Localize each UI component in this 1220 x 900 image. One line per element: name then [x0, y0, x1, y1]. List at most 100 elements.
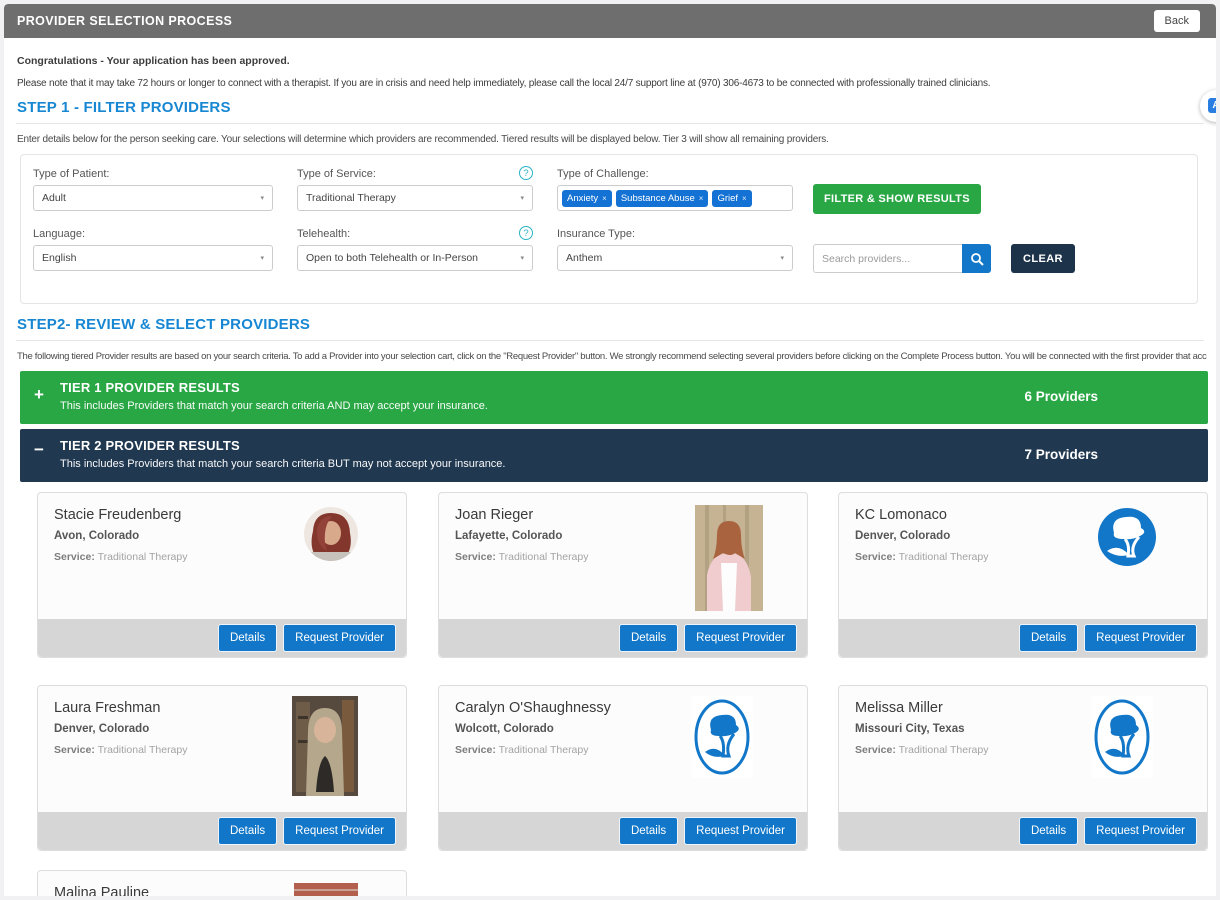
type-of-service-select[interactable]: Traditional Therapy ▾ — [297, 185, 533, 211]
type-of-patient-select[interactable]: Adult ▾ — [33, 185, 273, 211]
details-button[interactable]: Details — [1019, 817, 1078, 845]
portrait-image — [292, 696, 358, 796]
type-of-service-value: Traditional Therapy — [306, 192, 396, 204]
provider-name: Joan Rieger — [455, 507, 533, 523]
details-button[interactable]: Details — [218, 817, 277, 845]
chevron-down-icon: ▾ — [520, 194, 524, 202]
details-button[interactable]: Details — [1019, 624, 1078, 652]
tier1-subtitle: This includes Providers that match your … — [60, 400, 488, 412]
details-button[interactable]: Details — [619, 817, 678, 845]
provider-photo — [294, 883, 358, 896]
type-of-patient-label: Type of Patient: — [33, 168, 109, 180]
clear-button[interactable]: CLEAR — [1011, 244, 1075, 273]
request-provider-button[interactable]: Request Provider — [283, 817, 396, 845]
provider-photo — [691, 696, 753, 778]
challenge-tag: Substance Abuse × — [616, 190, 709, 207]
service-value: Traditional Therapy — [899, 551, 989, 563]
language-value: English — [42, 252, 76, 264]
search-input[interactable] — [813, 244, 963, 273]
provider-service: Service: Traditional Therapy — [855, 744, 989, 756]
filter-show-results-button[interactable]: FILTER & SHOW RESULTS — [813, 184, 981, 214]
request-provider-button[interactable]: Request Provider — [1084, 817, 1197, 845]
telehealth-select[interactable]: Open to both Telehealth or In-Person ▾ — [297, 245, 533, 271]
request-provider-button[interactable]: Request Provider — [283, 624, 396, 652]
back-button[interactable]: Back — [1154, 10, 1200, 32]
service-label: Service: — [54, 744, 95, 756]
provider-card: KC Lomonaco Denver, Colorado Service: Tr… — [838, 492, 1208, 658]
provider-location: Denver, Colorado — [54, 723, 149, 735]
service-value: Traditional Therapy — [499, 551, 589, 563]
service-help-icon[interactable]: ? — [519, 166, 533, 180]
tree-logo-circle — [1095, 505, 1159, 569]
provider-name: KC Lomonaco — [855, 507, 947, 523]
insurance-type-label: Insurance Type: — [557, 228, 635, 240]
service-label: Service: — [455, 744, 496, 756]
step1-description: Enter details below for the person seeki… — [17, 134, 829, 145]
service-value: Traditional Therapy — [98, 744, 188, 756]
provider-photo — [695, 505, 763, 611]
chevron-down-icon: ▾ — [520, 254, 524, 262]
expand-icon[interactable]: + — [34, 386, 44, 403]
details-button[interactable]: Details — [218, 624, 277, 652]
provider-location: Missouri City, Texas — [855, 723, 965, 735]
provider-name: Caralyn O'Shaughnessy — [455, 700, 611, 716]
provider-service: Service: Traditional Therapy — [54, 744, 188, 756]
collapse-icon[interactable]: − — [34, 441, 44, 458]
service-value: Traditional Therapy — [899, 744, 989, 756]
provider-service: Service: Traditional Therapy — [54, 551, 188, 563]
tag-remove-icon[interactable]: × — [699, 194, 704, 203]
provider-photo — [1091, 696, 1153, 778]
tree-logo-oval — [691, 696, 753, 778]
provider-card: Laura Freshman Denver, Colorado Service:… — [37, 685, 407, 851]
search-button[interactable] — [962, 244, 991, 273]
provider-name: Melissa Miller — [855, 700, 943, 716]
service-label: Service: — [455, 551, 496, 563]
language-select[interactable]: English ▾ — [33, 245, 273, 271]
tier2-header[interactable]: − TIER 2 PROVIDER RESULTS This includes … — [20, 429, 1208, 482]
headshot-image — [304, 507, 358, 561]
telehealth-help-icon[interactable]: ? — [519, 226, 533, 240]
service-value: Traditional Therapy — [499, 744, 589, 756]
tier2-subtitle: This includes Providers that match your … — [60, 458, 505, 470]
request-provider-button[interactable]: Request Provider — [684, 817, 797, 845]
provider-name: Stacie Freudenberg — [54, 507, 181, 523]
type-of-patient-value: Adult — [42, 192, 66, 204]
type-of-service-label: Type of Service: — [297, 168, 376, 180]
step2-description: The following tiered Provider results ar… — [17, 351, 1207, 362]
search-icon — [970, 252, 984, 266]
divider — [16, 123, 1204, 124]
card-footer: Details Request Provider — [439, 812, 807, 850]
page-title: PROVIDER SELECTION PROCESS — [17, 14, 232, 28]
provider-photo — [1095, 505, 1159, 569]
translate-icon: A — [1208, 98, 1216, 113]
tag-remove-icon[interactable]: × — [742, 194, 747, 203]
insurance-type-select[interactable]: Anthem ▾ — [557, 245, 793, 271]
service-label: Service: — [855, 744, 896, 756]
language-label: Language: — [33, 228, 85, 240]
provider-card: Melissa Miller Missouri City, Texas Serv… — [838, 685, 1208, 851]
provider-service: Service: Traditional Therapy — [455, 744, 589, 756]
request-provider-button[interactable]: Request Provider — [684, 624, 797, 652]
provider-service: Service: Traditional Therapy — [455, 551, 589, 563]
tag-remove-icon[interactable]: × — [602, 194, 607, 203]
step1-heading: STEP 1 - FILTER PROVIDERS — [17, 99, 231, 116]
service-label: Service: — [855, 551, 896, 563]
tag-label: Substance Abuse — [621, 193, 695, 204]
insurance-type-value: Anthem — [566, 252, 602, 264]
details-button[interactable]: Details — [619, 624, 678, 652]
request-provider-button[interactable]: Request Provider — [1084, 624, 1197, 652]
provider-selection-page: PROVIDER SELECTION PROCESS Back Congratu… — [4, 4, 1216, 896]
crisis-note: Please note that it may take 72 hours or… — [17, 78, 990, 89]
provider-card: Joan Rieger Lafayette, Colorado Service:… — [438, 492, 808, 658]
tier1-title: TIER 1 PROVIDER RESULTS — [60, 380, 240, 395]
divider — [16, 340, 1204, 341]
translate-widget[interactable]: A — [1200, 90, 1216, 122]
tier1-count: 6 Providers — [1024, 389, 1098, 404]
filter-panel: Type of Patient: Type of Service: ? Type… — [20, 154, 1198, 304]
tier1-header[interactable]: + TIER 1 PROVIDER RESULTS This includes … — [20, 371, 1208, 424]
challenge-tag: Grief × — [712, 190, 751, 207]
type-of-challenge-input[interactable]: Anxiety × Substance Abuse × Grief × — [557, 185, 793, 211]
service-label: Service: — [54, 551, 95, 563]
card-footer: Details Request Provider — [439, 619, 807, 657]
tag-label: Grief — [717, 193, 738, 204]
